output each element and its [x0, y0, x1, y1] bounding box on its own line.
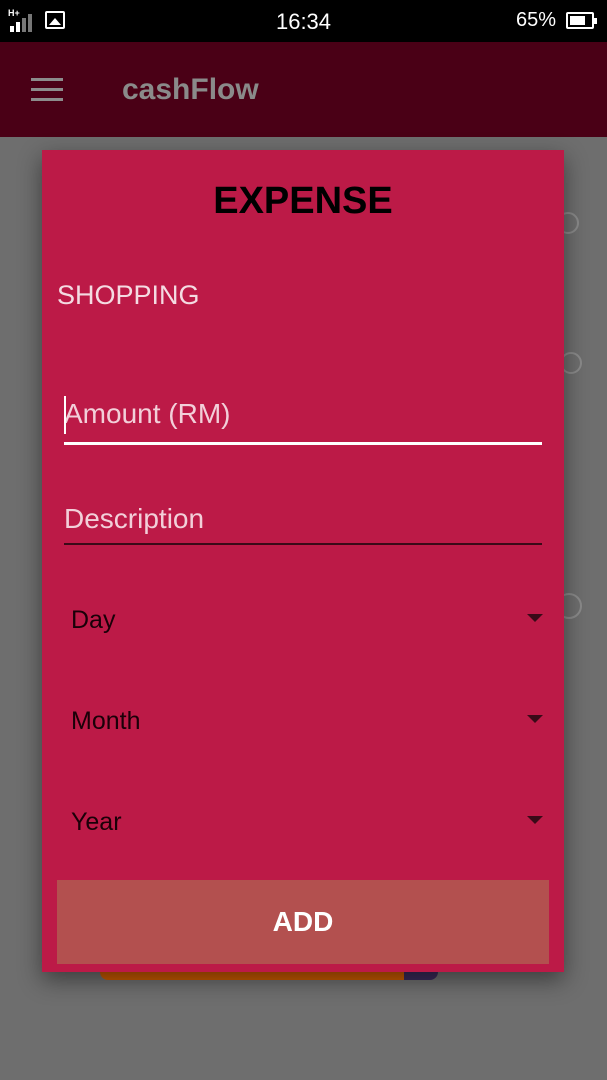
description-placeholder: Description	[64, 503, 205, 534]
year-select[interactable]: Year	[71, 802, 543, 842]
text-cursor	[64, 396, 66, 434]
day-select-value: Day	[71, 606, 116, 634]
status-bar: H+ 16:34 65%	[0, 0, 607, 42]
hamburger-menu-icon[interactable]	[31, 78, 63, 102]
amount-underline	[64, 442, 542, 445]
year-select-value: Year	[71, 808, 122, 836]
description-underline	[64, 543, 542, 545]
dropdown-arrow-icon	[527, 614, 543, 622]
dropdown-arrow-icon	[527, 816, 543, 824]
add-button[interactable]: ADD	[57, 880, 549, 964]
amount-placeholder: Amount (RM)	[64, 398, 231, 429]
dropdown-arrow-icon	[527, 715, 543, 723]
category-label: SHOPPING	[57, 280, 200, 310]
app-bar: cashFlow	[0, 42, 607, 137]
month-select[interactable]: Month	[71, 701, 543, 741]
month-select-value: Month	[71, 707, 141, 735]
battery-icon	[566, 12, 597, 29]
expense-dialog: EXPENSE SHOPPING Amount (RM) Description…	[42, 150, 564, 972]
day-select[interactable]: Day	[71, 600, 543, 640]
battery-percent: 65%	[516, 9, 557, 31]
app-title: cashFlow	[122, 73, 259, 106]
amount-input[interactable]: Amount (RM)	[64, 390, 542, 450]
dialog-title: EXPENSE	[213, 180, 393, 222]
description-input[interactable]: Description	[64, 495, 542, 550]
